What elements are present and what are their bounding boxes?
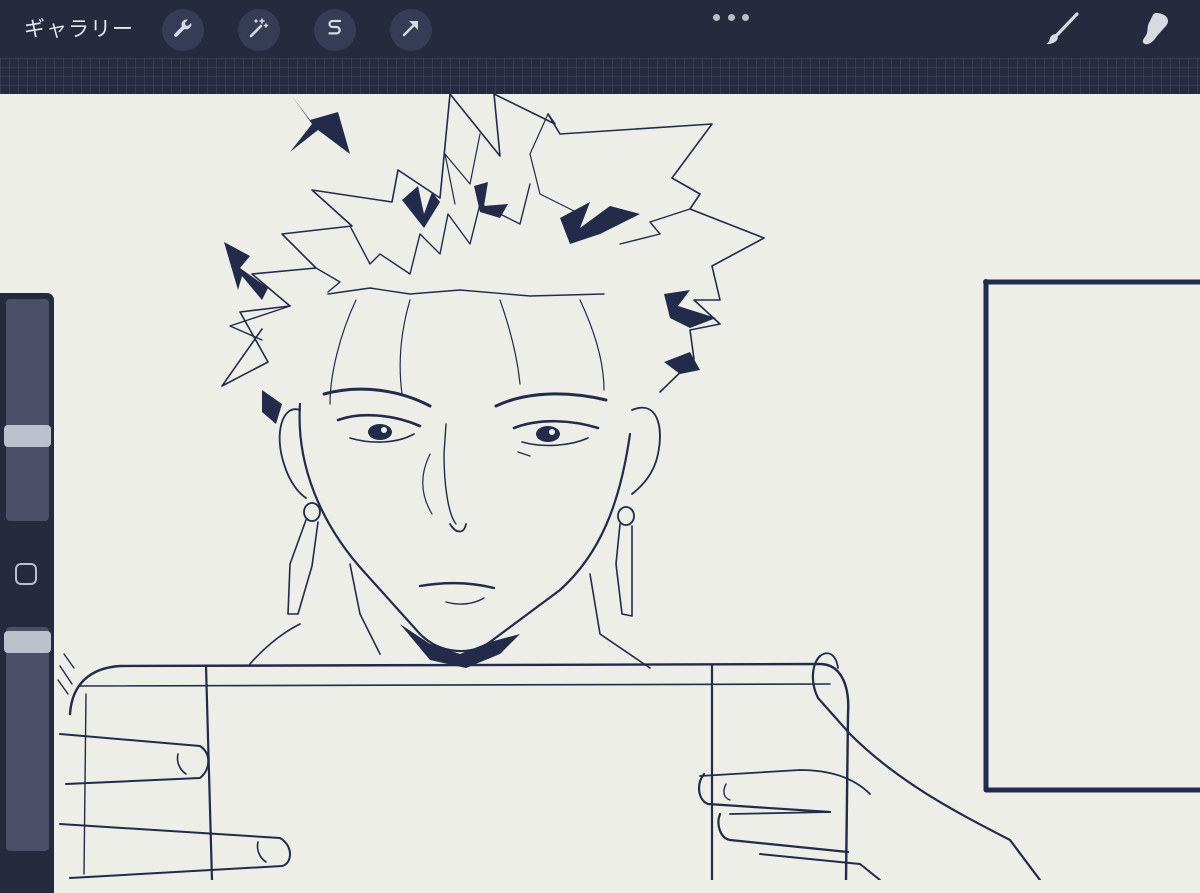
canvas-top-strip: [0, 58, 1200, 94]
drawing-canvas[interactable]: [0, 94, 1200, 880]
opacity-thumb[interactable]: [4, 631, 51, 653]
actions-button[interactable]: [162, 9, 204, 51]
selection-button[interactable]: [314, 9, 356, 51]
adjustments-button[interactable]: [238, 9, 280, 51]
brush-size-thumb[interactable]: [4, 425, 51, 447]
smudge-finger-icon: [1134, 9, 1174, 53]
top-toolbar: ギャラリー: [0, 0, 1200, 58]
brush-button[interactable]: [1040, 9, 1084, 53]
brush-size-slider[interactable]: [4, 299, 51, 521]
transform-button[interactable]: [390, 9, 432, 51]
square-modify-icon[interactable]: [15, 563, 37, 585]
gallery-button[interactable]: ギャラリー: [24, 15, 134, 43]
opacity-slider[interactable]: [4, 627, 51, 851]
brush-icon: [1042, 9, 1082, 53]
ellipsis-icon[interactable]: [713, 10, 749, 24]
panel-frame: [983, 279, 1200, 793]
left-sidebar: [0, 293, 54, 893]
magic-wand-icon: [247, 16, 271, 44]
arrow-cursor-icon: [399, 16, 423, 44]
line-art-drawing: [57, 94, 1200, 880]
smudge-button[interactable]: [1132, 9, 1176, 53]
wrench-icon: [171, 16, 195, 44]
selection-s-icon: [323, 16, 347, 44]
